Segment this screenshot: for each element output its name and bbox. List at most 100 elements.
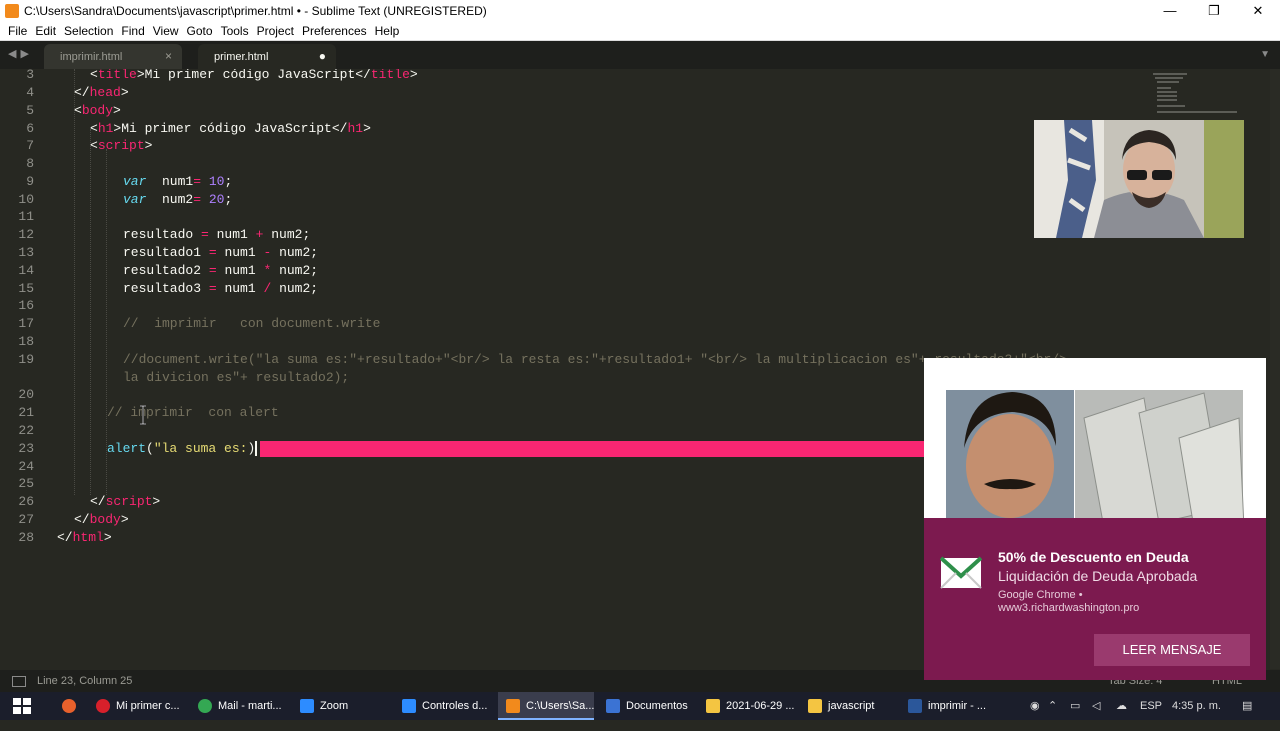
taskbar-item-zoom[interactable]: Zoom xyxy=(300,692,392,720)
windows-logo-icon xyxy=(13,698,31,714)
menu-help[interactable]: Help xyxy=(371,22,404,40)
code-line-10: var num2= 20; xyxy=(123,192,233,207)
code-line-3: <title>Mi primer código JavaScript</titl… xyxy=(90,69,418,82)
tab-primer[interactable]: primer.html ● xyxy=(198,44,336,69)
close-tab-icon[interactable]: × xyxy=(165,49,172,63)
taskbar-label: Documentos xyxy=(626,700,688,712)
menu-selection[interactable]: Selection xyxy=(60,22,117,40)
read-message-button[interactable]: LEER MENSAJE xyxy=(1094,634,1250,666)
menu-find[interactable]: Find xyxy=(117,22,148,40)
tab-label: primer.html xyxy=(214,51,269,63)
code-line-9: var num1= 10; xyxy=(123,174,233,189)
panel-toggle-icon[interactable] xyxy=(12,676,26,687)
unsaved-dot-icon[interactable]: ● xyxy=(319,49,326,63)
start-button[interactable] xyxy=(12,692,36,720)
tray-people-icon[interactable]: ◉ xyxy=(1030,692,1040,720)
taskbar-item-javascript[interactable]: javascript xyxy=(808,692,900,720)
code-line-12: resultado = num1 + num2; xyxy=(123,227,311,242)
word-icon xyxy=(908,699,922,714)
taskbar-item-folder-date[interactable]: 2021-06-29 ... xyxy=(706,692,798,720)
notification-title: 50% de Descuento en Deuda xyxy=(998,549,1189,565)
sublime-text-icon xyxy=(5,4,19,18)
vertical-scrollbar[interactable] xyxy=(1270,69,1280,669)
taskbar-item-chrome-mail[interactable]: Mail - marti... xyxy=(198,692,290,720)
webcam-person-image xyxy=(1034,120,1244,238)
minimap-line xyxy=(1157,111,1237,113)
code-line-28: </html> xyxy=(57,530,112,545)
taskbar-label: Mail - marti... xyxy=(218,700,282,712)
tray-clock[interactable]: 4:35 p. m. xyxy=(1172,692,1221,720)
minimap-line xyxy=(1153,73,1187,75)
taskbar-label: 2021-06-29 ... xyxy=(726,700,795,712)
notification-source: Google Chrome • xyxy=(998,589,1083,601)
minimap-line xyxy=(1155,77,1183,79)
menu-view[interactable]: View xyxy=(149,22,183,40)
mouse-ibeam-cursor-icon xyxy=(140,405,146,425)
folder-icon xyxy=(808,699,822,714)
taskbar-item-documentos[interactable]: Documentos xyxy=(606,692,698,720)
taskbar-label: Zoom xyxy=(320,700,349,712)
code-line-7: <script> xyxy=(90,138,153,153)
zoom-controls-icon xyxy=(402,699,416,714)
code-line-14: resultado2 = num1 * num2; xyxy=(123,263,319,278)
notification-photo xyxy=(924,358,1266,529)
notification-site: www3.richardwashington.pro xyxy=(998,602,1140,614)
notification-image xyxy=(924,358,1266,529)
cursor-position: Line 23, Column 25 xyxy=(37,675,133,687)
taskbar-item-opera[interactable]: Mi primer c... xyxy=(96,692,188,720)
taskbar-item-sublime[interactable]: C:\Users\Sa... xyxy=(498,692,594,720)
taskbar-item-controles[interactable]: Controles d... xyxy=(402,692,494,720)
chrome-icon xyxy=(198,699,212,714)
text-caret xyxy=(255,441,258,457)
tray-network-icon[interactable]: ▭ xyxy=(1070,692,1080,720)
code-line-15: resultado3 = num1 / num2; xyxy=(123,281,319,296)
word-document-icon xyxy=(606,699,620,714)
indent-guide xyxy=(74,69,75,495)
maximize-button[interactable]: ❐ xyxy=(1192,0,1236,22)
tab-imprimir[interactable]: imprimir.html × xyxy=(44,44,182,69)
webcam-overlay xyxy=(1034,120,1244,238)
minimap-line xyxy=(1157,81,1179,83)
taskbar-label: imprimir - ... xyxy=(928,700,987,712)
tab-menu-icon[interactable]: ▼ xyxy=(1260,49,1270,60)
menu-bar: File Edit Selection Find View Goto Tools Projec… xyxy=(0,22,1280,41)
window-title: C:\Users\Sandra\Documents\javascript\pri… xyxy=(24,4,487,18)
menu-file[interactable]: File xyxy=(4,22,31,40)
highlight-bar xyxy=(260,441,924,457)
menu-tools[interactable]: Tools xyxy=(217,22,253,40)
minimap-line xyxy=(1157,105,1185,107)
code-line-17: // imprimir con document.write xyxy=(123,316,381,331)
minimap-line xyxy=(1157,87,1171,89)
tray-chevron-up-icon[interactable]: ⌃ xyxy=(1048,692,1057,720)
notification-subtitle: Liquidación de Deuda Aprobada xyxy=(998,568,1198,584)
menu-preferences[interactable]: Preferences xyxy=(298,22,371,40)
mail-icon xyxy=(940,556,982,589)
menu-project[interactable]: Project xyxy=(253,22,298,40)
tab-bar: ◀▶ imprimir.html × primer.html ● ▼ xyxy=(0,41,1280,69)
tab-next-icon[interactable]: ▶ xyxy=(20,48,32,60)
code-line-21: // imprimir con alert xyxy=(107,405,279,420)
code-line-5: <body> xyxy=(74,103,121,118)
tray-volume-icon[interactable]: ◁ xyxy=(1092,692,1100,720)
minimap-line xyxy=(1157,91,1177,93)
taskbar: Mi primer c... Mail - marti... Zoom Cont… xyxy=(0,692,1280,720)
minimize-button[interactable]: — xyxy=(1148,0,1192,22)
tab-prev-icon[interactable]: ◀ xyxy=(8,48,20,60)
sublime-text-icon xyxy=(506,699,520,714)
code-line-6: <h1>Mi primer código JavaScript</h1> xyxy=(90,121,371,136)
firefox-icon[interactable] xyxy=(62,692,84,720)
title-bar: C:\Users\Sandra\Documents\javascript\pri… xyxy=(0,0,1280,22)
code-line-4: </head> xyxy=(74,85,129,100)
action-center-icon[interactable]: ▤ xyxy=(1242,692,1252,720)
taskbar-label: C:\Users\Sa... xyxy=(526,700,595,712)
zoom-icon xyxy=(300,699,314,714)
tray-language[interactable]: ESP xyxy=(1140,692,1162,720)
close-button[interactable]: ✕ xyxy=(1236,0,1280,22)
tab-nav-arrows[interactable]: ◀▶ xyxy=(8,47,33,60)
menu-edit[interactable]: Edit xyxy=(31,22,60,40)
tray-onedrive-icon[interactable]: ☁ xyxy=(1116,692,1127,720)
code-line-19-wrap: la divicion es"+ resultado2); xyxy=(123,370,350,385)
notification-toast[interactable]: 50% de Descuento en Deuda Liquidación de… xyxy=(924,358,1266,680)
taskbar-item-imprimir[interactable]: imprimir - ... xyxy=(908,692,1000,720)
menu-goto[interactable]: Goto xyxy=(183,22,217,40)
